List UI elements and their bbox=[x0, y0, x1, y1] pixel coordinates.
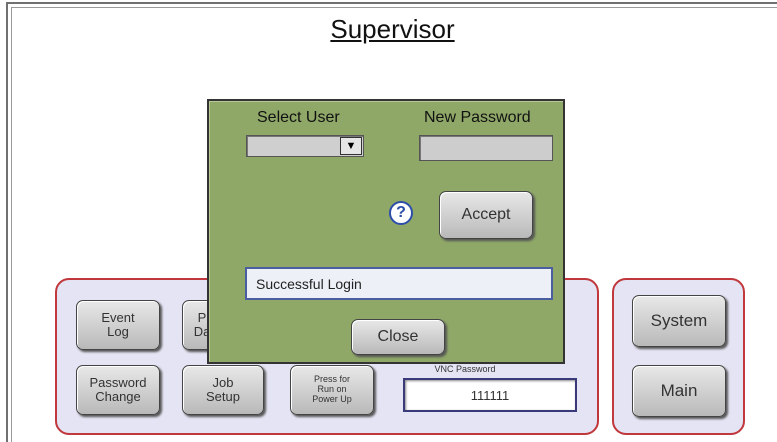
system-button[interactable]: System bbox=[632, 295, 726, 347]
status-message: Successful Login bbox=[245, 267, 553, 300]
select-user-label: Select User bbox=[257, 109, 340, 126]
help-icon[interactable]: ? bbox=[389, 201, 413, 225]
password-dialog: Select User New Password ▼ ? Accept Succ… bbox=[207, 99, 565, 364]
vnc-password-label: VNC Password bbox=[434, 364, 496, 374]
job-setup-button[interactable]: Job Setup bbox=[182, 365, 264, 415]
password-change-button[interactable]: Password Change bbox=[76, 365, 160, 415]
new-password-input[interactable] bbox=[419, 135, 553, 161]
event-log-button[interactable]: Event Log bbox=[76, 300, 160, 350]
close-button[interactable]: Close bbox=[351, 319, 445, 355]
right-button-panel: System Main bbox=[612, 278, 745, 435]
chevron-down-icon[interactable]: ▼ bbox=[340, 137, 362, 155]
new-password-label: New Password bbox=[424, 109, 531, 126]
accept-button[interactable]: Accept bbox=[439, 191, 533, 239]
page-title: Supervisor bbox=[330, 14, 455, 44]
vnc-password-field[interactable]: 111111 bbox=[403, 378, 577, 412]
select-user-dropdown[interactable]: ▼ bbox=[246, 135, 364, 157]
run-on-power-up-button[interactable]: Press for Run on Power Up bbox=[290, 365, 374, 415]
main-button[interactable]: Main bbox=[632, 365, 726, 417]
